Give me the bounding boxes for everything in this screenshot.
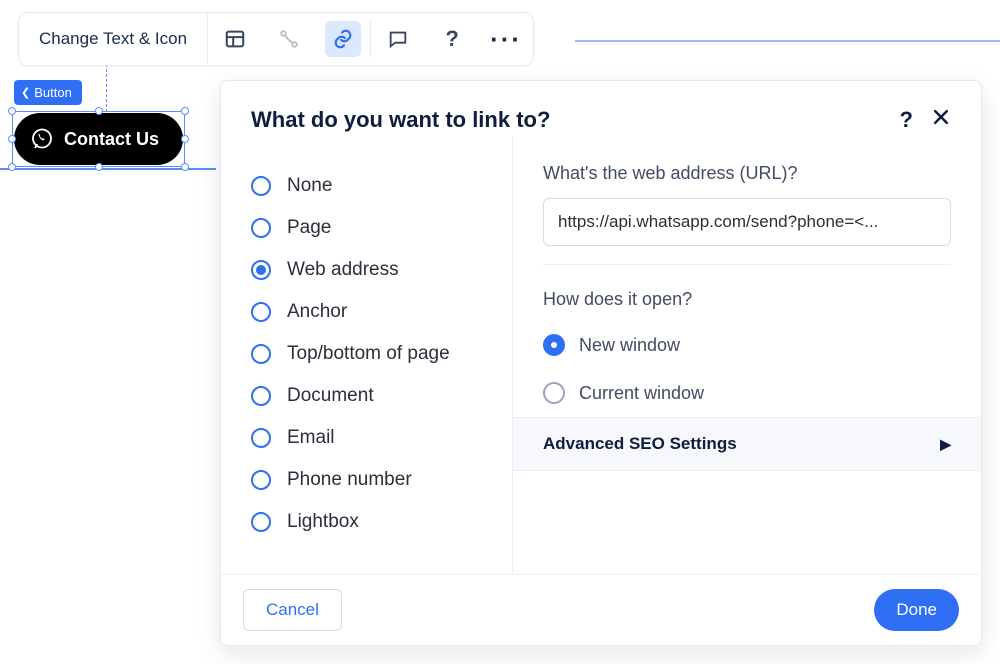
cancel-label: Cancel [266, 600, 319, 620]
radio-label: Email [287, 427, 335, 449]
link-type-document[interactable]: Document [251, 375, 490, 417]
link-button[interactable] [316, 13, 370, 65]
link-type-anchor[interactable]: Anchor [251, 291, 490, 333]
radio-label: New window [579, 335, 680, 356]
dialog-footer: Cancel Done [221, 574, 981, 645]
dialog-title: What do you want to link to? [251, 107, 550, 133]
button-selection-box[interactable]: Contact Us [14, 113, 183, 165]
resize-handle[interactable] [95, 163, 103, 171]
radio-icon [251, 344, 271, 364]
dialog-header: What do you want to link to? ? [221, 81, 981, 137]
contact-us-button[interactable]: Contact Us [14, 113, 183, 165]
radio-icon [251, 386, 271, 406]
comment-icon [380, 21, 416, 57]
link-type-page[interactable]: Page [251, 207, 490, 249]
horizontal-guide [575, 40, 1000, 42]
help-icon: ? [434, 21, 470, 57]
link-icon [325, 21, 361, 57]
change-text-button[interactable]: Change Text & Icon [19, 13, 208, 65]
resize-handle[interactable] [8, 135, 16, 143]
open-new-window[interactable]: New window [543, 324, 951, 366]
link-type-lightbox[interactable]: Lightbox [251, 501, 490, 543]
open-current-window[interactable]: Current window [543, 372, 951, 414]
radio-label: Top/bottom of page [287, 343, 450, 365]
element-tag-button[interactable]: ❮ Button [14, 80, 82, 105]
animation-icon [271, 21, 307, 57]
radio-label: Lightbox [287, 511, 359, 533]
link-type-list: None Page Web address Anchor Top/bottom … [221, 137, 513, 574]
resize-handle[interactable] [181, 107, 189, 115]
open-label: How does it open? [543, 289, 951, 310]
radio-icon [543, 382, 565, 404]
chevron-left-icon: ❮ [21, 86, 30, 99]
done-button[interactable]: Done [874, 589, 959, 631]
vertical-guide [106, 64, 107, 112]
change-text-label: Change Text & Icon [39, 29, 187, 49]
radio-label: Phone number [287, 469, 412, 491]
element-toolbar: Change Text & Icon ? [18, 12, 534, 66]
link-dialog: What do you want to link to? ? None Page… [220, 80, 982, 646]
done-label: Done [896, 600, 937, 620]
animation-button[interactable] [262, 13, 316, 65]
dialog-help-button[interactable]: ? [900, 107, 913, 133]
chevron-right-icon: ▶ [940, 436, 951, 453]
resize-handle[interactable] [8, 107, 16, 115]
close-icon [931, 107, 951, 127]
cancel-button[interactable]: Cancel [243, 589, 342, 631]
help-button[interactable]: ? [425, 13, 479, 65]
radio-icon [251, 176, 271, 196]
contact-us-label: Contact Us [64, 129, 159, 150]
separator [543, 264, 951, 265]
radio-label: Anchor [287, 301, 347, 323]
link-type-phone[interactable]: Phone number [251, 459, 490, 501]
resize-handle[interactable] [8, 163, 16, 171]
link-type-top-bottom[interactable]: Top/bottom of page [251, 333, 490, 375]
radio-icon [251, 302, 271, 322]
more-icon: ··· [488, 21, 524, 57]
resize-handle[interactable] [181, 163, 189, 171]
layout-button[interactable] [208, 13, 262, 65]
dialog-close-button[interactable] [931, 107, 951, 133]
resize-handle[interactable] [181, 135, 189, 143]
radio-icon [251, 470, 271, 490]
url-input[interactable] [543, 198, 951, 246]
radio-icon [251, 512, 271, 532]
radio-label: Web address [287, 259, 399, 281]
radio-label: Current window [579, 383, 704, 404]
whatsapp-icon [30, 127, 54, 151]
resize-handle[interactable] [95, 107, 103, 115]
more-button[interactable]: ··· [479, 13, 533, 65]
link-type-web-address[interactable]: Web address [251, 249, 490, 291]
link-type-email[interactable]: Email [251, 417, 490, 459]
link-config: What's the web address (URL)? How does i… [513, 137, 981, 574]
advanced-seo-toggle[interactable]: Advanced SEO Settings ▶ [513, 417, 981, 471]
dialog-body: None Page Web address Anchor Top/bottom … [221, 137, 981, 574]
radio-label: None [287, 175, 332, 197]
layout-icon [217, 21, 253, 57]
radio-icon [543, 334, 565, 356]
open-group: New window Current window [543, 324, 951, 414]
url-label: What's the web address (URL)? [543, 163, 951, 184]
radio-label: Page [287, 217, 331, 239]
tag-label: Button [34, 85, 72, 100]
radio-icon [251, 218, 271, 238]
radio-label: Document [287, 385, 374, 407]
link-type-none[interactable]: None [251, 165, 490, 207]
radio-icon [251, 428, 271, 448]
radio-icon [251, 260, 271, 280]
comment-button[interactable] [371, 13, 425, 65]
seo-label: Advanced SEO Settings [543, 434, 737, 454]
